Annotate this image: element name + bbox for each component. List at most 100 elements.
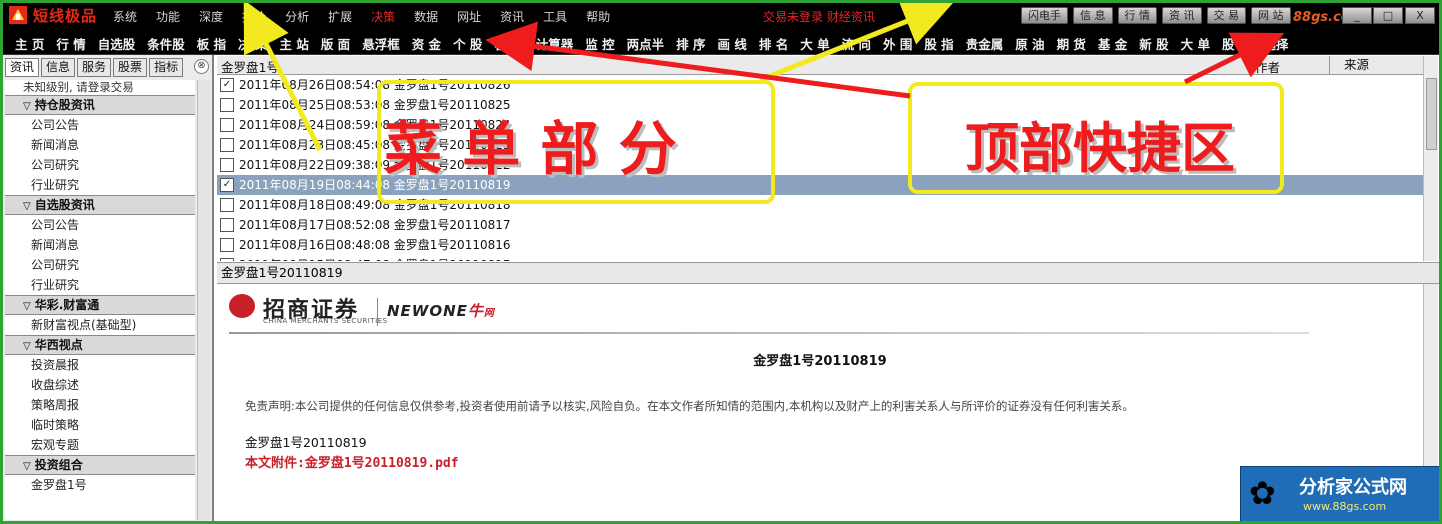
row-checkbox[interactable] xyxy=(220,138,234,152)
menu-item[interactable]: 系统 xyxy=(113,8,137,25)
sidebar-item[interactable]: 公司公告 xyxy=(5,215,195,235)
menu-item[interactable]: 数据 xyxy=(414,8,438,25)
sidebar-item[interactable]: 策略周报 xyxy=(5,395,195,415)
list-scrollbar[interactable] xyxy=(1423,56,1438,261)
table-row[interactable]: 2011年08月16日08:48:08 金罗盘1号20110816 xyxy=(217,235,1423,255)
quickbar-item[interactable]: 排 名 xyxy=(759,34,788,53)
trade-status-text[interactable]: 交易未登录 财经资讯 xyxy=(763,8,875,25)
sidebar-item[interactable]: 新闻消息 xyxy=(5,135,195,155)
quickbar-item[interactable]: 悬浮框 xyxy=(362,34,400,53)
sidebar-item[interactable]: 新财富视点(基础型) xyxy=(5,315,195,335)
sidebar-item[interactable]: 收盘综述 xyxy=(5,375,195,395)
row-checkbox[interactable] xyxy=(220,118,234,132)
row-checkbox[interactable] xyxy=(220,158,234,172)
row-checkbox[interactable] xyxy=(220,238,234,252)
quickbar-item[interactable]: 贵金属 xyxy=(966,34,1004,53)
quickbar-item[interactable]: 排 序 xyxy=(676,34,705,53)
sidebar-tab[interactable]: 信息 xyxy=(41,58,76,77)
toolbar-button[interactable]: 资 讯 xyxy=(1162,7,1202,24)
toolbar-button[interactable]: 交 易 xyxy=(1206,7,1246,24)
quickbar-item[interactable]: 监 控 xyxy=(585,34,614,53)
table-row[interactable]: 2011年08月15日08:47:08 金罗盘1号20110815 xyxy=(217,255,1423,261)
quickbar-item[interactable]: 板 指 xyxy=(197,34,226,53)
sidebar-group-header[interactable]: ▽ 华彩.财富通 xyxy=(5,295,195,315)
maximize-button[interactable]: □ xyxy=(1373,7,1403,24)
row-checkbox[interactable] xyxy=(220,258,234,261)
quickbar-item[interactable]: 股 吧 xyxy=(1222,34,1251,53)
partner-logo: NEWONE牛网 xyxy=(387,300,495,321)
quickbar-item[interactable]: 主 页 xyxy=(15,34,44,53)
menu-item[interactable]: 决策 xyxy=(371,8,395,25)
list-header-source[interactable]: 来源 xyxy=(1329,56,1369,74)
quickbar-item[interactable]: 决 策 xyxy=(238,34,267,53)
attachment-link[interactable]: 本文附件:金罗盘1号20110819.pdf xyxy=(245,452,459,471)
sidebar-item[interactable]: 宏观专题 xyxy=(5,435,195,455)
sidebar-group-header[interactable]: ▽ 持仓股资讯 xyxy=(5,95,195,115)
list-scroll-thumb[interactable] xyxy=(1426,78,1437,150)
quickbar-item[interactable]: 选择 xyxy=(1263,34,1288,53)
quickbar-item[interactable]: 基 金 xyxy=(1098,34,1127,53)
sidebar-item[interactable]: 投资晨报 xyxy=(5,355,195,375)
sidebar-item[interactable]: 公司研究 xyxy=(5,155,195,175)
row-checkbox[interactable] xyxy=(220,98,234,112)
minimize-button[interactable]: _ xyxy=(1342,7,1372,24)
sidebar-group-header[interactable]: ▽ 投资组合 xyxy=(5,455,195,475)
sidebar-item[interactable]: 行业研究 xyxy=(5,175,195,195)
quickbar-item[interactable]: 大 单 xyxy=(800,34,829,53)
quickbar-item[interactable]: 期 货 xyxy=(1057,34,1086,53)
row-checkbox[interactable]: ✓ xyxy=(220,178,234,192)
row-checkbox[interactable] xyxy=(220,218,234,232)
list-header-author[interactable]: 作者 xyxy=(1255,57,1280,76)
row-checkbox[interactable] xyxy=(220,198,234,212)
quickbar-item[interactable]: 股 指 xyxy=(924,34,953,53)
menu-item[interactable]: 工具 xyxy=(543,8,567,25)
menu-item[interactable]: 网址 xyxy=(457,8,481,25)
sidebar-tab[interactable]: 指标 xyxy=(149,58,184,77)
quickbar-item[interactable]: 版 面 xyxy=(321,34,350,53)
menu-item[interactable]: 资讯 xyxy=(500,8,524,25)
sidebar-close-icon[interactable]: ⊗ xyxy=(194,59,209,74)
sidebar-tab[interactable]: 服务 xyxy=(77,58,112,77)
sidebar-tab[interactable]: 股票 xyxy=(113,58,148,77)
toolbar-button[interactable]: 信 息 xyxy=(1073,7,1113,24)
menu-item[interactable]: 功能 xyxy=(156,8,180,25)
table-row[interactable]: 2011年08月17日08:52:08 金罗盘1号20110817 xyxy=(217,215,1423,235)
list-header-title[interactable]: 金罗盘1号 xyxy=(221,57,279,76)
sidebar-tab[interactable]: 资讯 xyxy=(5,58,40,77)
quickbar-item[interactable]: 计算器 xyxy=(536,34,574,53)
quickbar-item[interactable]: 行 情 xyxy=(56,34,85,53)
quickbar-item[interactable]: 原 油 xyxy=(1015,34,1044,53)
sidebar-group-header[interactable]: ▽ 华西视点 xyxy=(5,335,195,355)
menu-item[interactable]: 帮助 xyxy=(586,8,610,25)
toolbar-button[interactable]: 网 站 xyxy=(1251,7,1291,24)
quickbar-item[interactable]: 两点半 xyxy=(627,34,665,53)
row-checkbox[interactable]: ✓ xyxy=(220,78,234,92)
quickbar-item[interactable]: 资 金 xyxy=(412,34,441,53)
sidebar-item[interactable]: 行业研究 xyxy=(5,275,195,295)
toolbar-button[interactable]: 行 情 xyxy=(1117,7,1157,24)
quickbar-item[interactable]: 大 单 xyxy=(1181,34,1210,53)
sidebar-item[interactable]: 金罗盘1号 xyxy=(5,475,195,495)
sidebar-item[interactable]: 公司研究 xyxy=(5,255,195,275)
sidebar-scrollbar[interactable] xyxy=(197,80,211,520)
menu-item[interactable]: 分析 xyxy=(285,8,309,25)
menu-item[interactable]: 扩展 xyxy=(328,8,352,25)
menu-item[interactable]: 深度 xyxy=(199,8,223,25)
sidebar-item[interactable]: 新闻消息 xyxy=(5,235,195,255)
quickbar-item[interactable]: 画 线 xyxy=(718,34,747,53)
close-button[interactable]: X xyxy=(1405,7,1435,24)
toolbar-button[interactable]: 闪电手 xyxy=(1021,7,1068,24)
quickbar-item[interactable]: 板 块 xyxy=(494,34,523,53)
collapse-triangle-icon: ▽ xyxy=(23,461,31,472)
quickbar-item[interactable]: 自选股 xyxy=(98,34,136,53)
sidebar-group-header[interactable]: ▽ 自选股资讯 xyxy=(5,195,195,215)
quickbar-item[interactable]: 新 股 xyxy=(1139,34,1168,53)
quickbar-item[interactable]: 个 股 xyxy=(453,34,482,53)
quickbar-item[interactable]: 外 围 xyxy=(883,34,912,53)
sidebar-item[interactable]: 公司公告 xyxy=(5,115,195,135)
menu-item[interactable]: 报价 xyxy=(242,8,266,25)
sidebar-item[interactable]: 临时策略 xyxy=(5,415,195,435)
quickbar-item[interactable]: 条件股 xyxy=(147,34,185,53)
quickbar-item[interactable]: 流 向 xyxy=(842,34,871,53)
quickbar-item[interactable]: 主 站 xyxy=(279,34,308,53)
